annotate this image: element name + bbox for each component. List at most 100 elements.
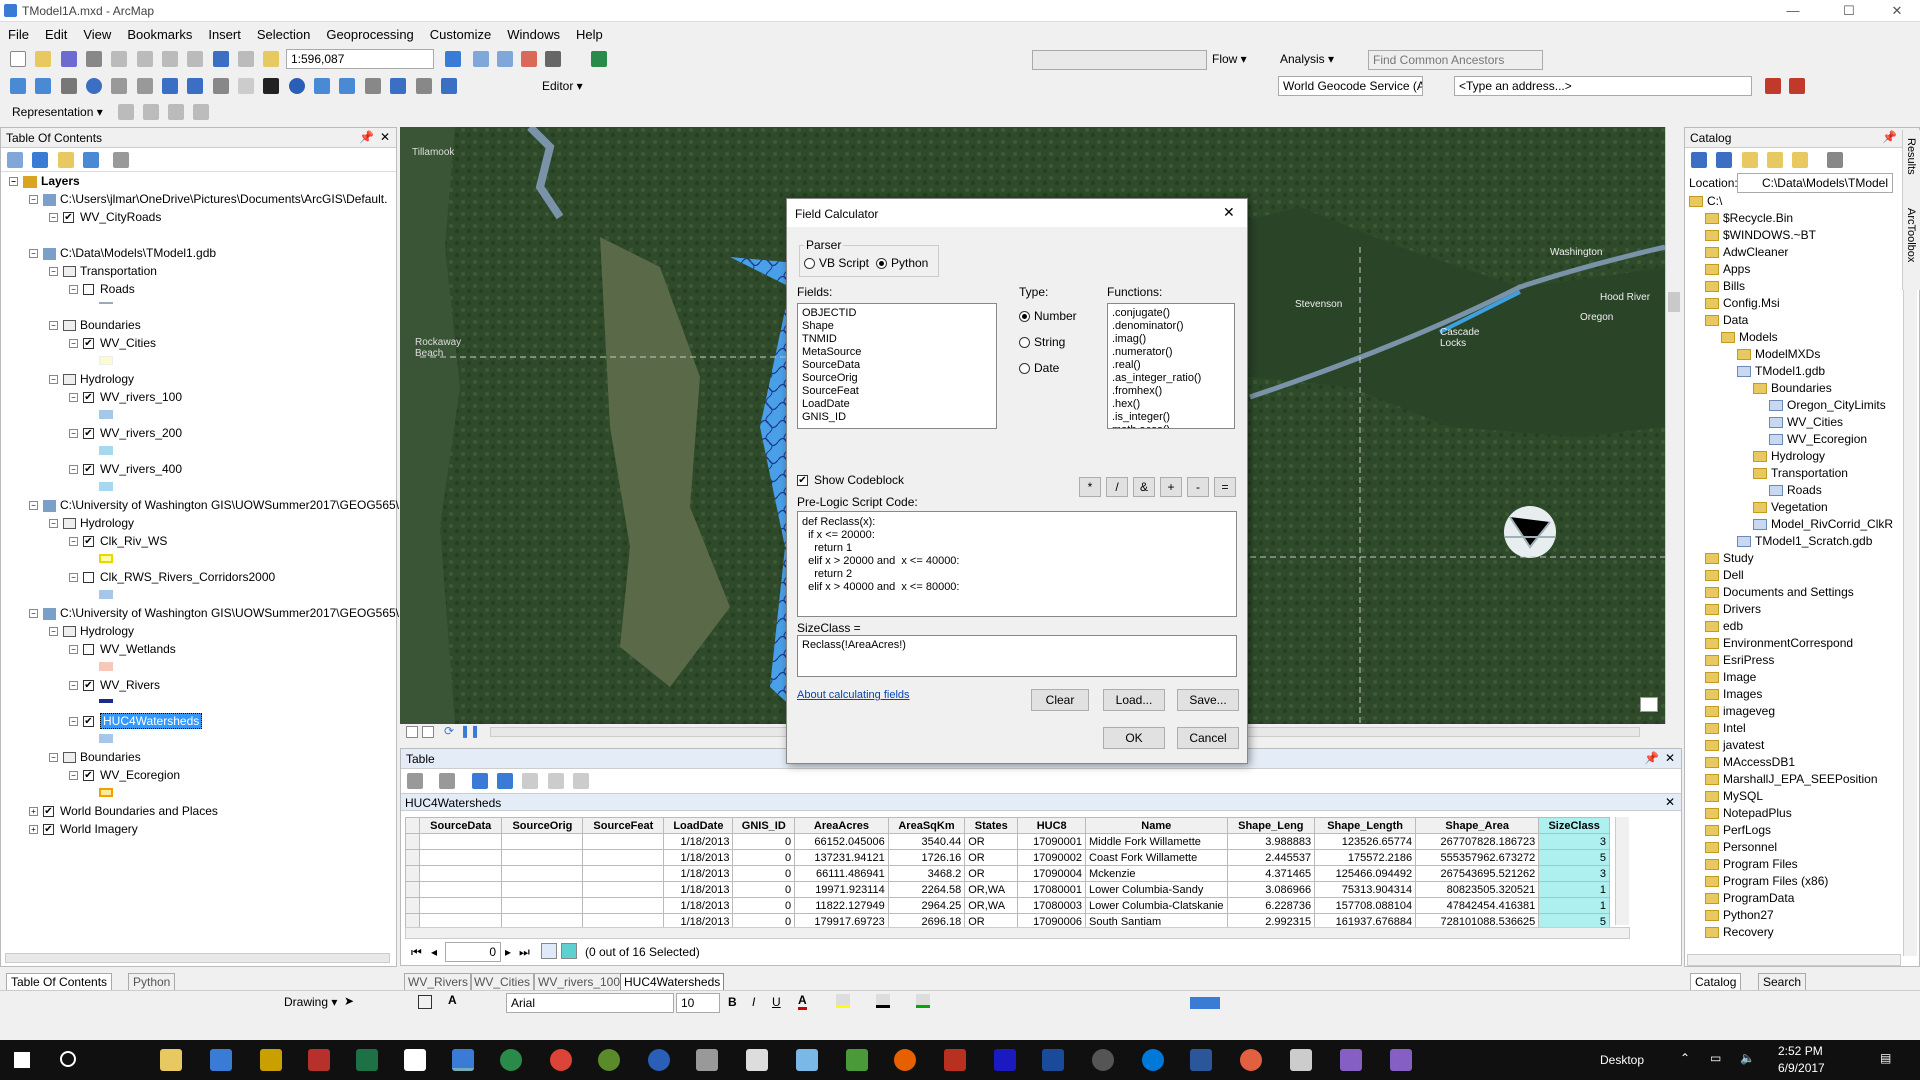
toc-layer-wv-rivers[interactable]: − ✔ WV_Rivers	[69, 678, 160, 696]
toc-layer-wv-rivers-400[interactable]: − ✔ WV_rivers_400	[69, 462, 182, 480]
firefox-icon[interactable]	[894, 1049, 916, 1071]
catalog-item[interactable]: Intel	[1705, 721, 1746, 738]
field-item[interactable]: SourceFeat	[798, 385, 996, 398]
clock-time[interactable]: 2:52 PM	[1778, 1044, 1823, 1058]
toc-group-tmodel1[interactable]: − C:\Data\Models\TModel1.gdb	[29, 246, 216, 264]
clear-selection-icon[interactable]	[238, 78, 255, 94]
toc-group-hydrology-2[interactable]: − Hydrology	[49, 516, 134, 534]
function-item[interactable]: .as_integer_ratio()	[1108, 372, 1234, 385]
map-tips-icon[interactable]	[1640, 697, 1658, 712]
table-cell[interactable]	[582, 865, 665, 882]
undo-icon[interactable]	[212, 51, 229, 67]
print-icon[interactable]	[86, 51, 103, 67]
toc-layer-wv-cityroads[interactable]: − ✔ WV_CityRoads	[49, 210, 161, 228]
catalog-home-icon[interactable]	[1767, 152, 1784, 168]
table-cell[interactable]: Lower Columbia-Clatskanie	[1085, 897, 1228, 914]
table-cell[interactable]	[582, 897, 665, 914]
catalog-vertical-scrollbar[interactable]	[1903, 196, 1917, 956]
arcglobe-icon[interactable]	[500, 1049, 522, 1071]
visio-icon[interactable]	[1042, 1049, 1064, 1071]
table-cell[interactable]: 75313.904314	[1314, 881, 1417, 898]
save-icon[interactable]	[60, 51, 77, 67]
switch-selection-icon[interactable]	[497, 773, 514, 789]
table-cell[interactable]: 11822.127949	[794, 897, 889, 914]
flow-menu[interactable]: Flow ▾	[1212, 52, 1247, 66]
taskbar-app-icon[interactable]	[796, 1049, 818, 1071]
map-scale-combo[interactable]: 1:596,087	[286, 49, 434, 69]
operator-button[interactable]: +	[1160, 477, 1182, 497]
map-vertical-scrollbar[interactable]	[1665, 127, 1682, 724]
next-record-icon[interactable]: ▸	[505, 945, 511, 959]
analysis-menu[interactable]: Analysis ▾	[1280, 52, 1334, 66]
taskbar-app-icon[interactable]	[1092, 1049, 1114, 1071]
table-cell[interactable]: 123526.65774	[1314, 833, 1417, 850]
italic-button[interactable]: I	[752, 995, 755, 1009]
python-window-icon[interactable]	[545, 51, 561, 67]
table-cell[interactable]: 1/18/2013	[663, 833, 734, 850]
table-cell[interactable]	[418, 833, 503, 850]
toc-horizontal-scrollbar[interactable]	[5, 953, 390, 963]
field-item[interactable]: OBJECTID	[798, 307, 996, 320]
table-cell[interactable]: 1/18/2013	[663, 865, 734, 882]
last-record-icon[interactable]: ⏭	[519, 945, 530, 960]
table-cell[interactable]: 267707828.186723	[1415, 833, 1540, 850]
font-size-combo[interactable]: 10	[676, 993, 720, 1013]
fixed-zoom-in-icon[interactable]	[111, 78, 128, 94]
row-selector-header[interactable]	[405, 817, 420, 834]
catalog-item[interactable]: Recovery	[1705, 925, 1774, 942]
list-by-visibility-icon[interactable]	[57, 152, 74, 168]
table-row[interactable]: 1/18/2013 0 66111.486941 3468.2 OR 17090004 Mc…	[405, 865, 1610, 882]
ok-button[interactable]: OK	[1103, 727, 1165, 749]
geocode-options-icon[interactable]	[1789, 78, 1805, 94]
column-header[interactable]: Shape_Length	[1314, 817, 1417, 834]
catalog-item[interactable]: Images	[1705, 687, 1762, 704]
catalog-item[interactable]: MySQL	[1705, 789, 1763, 806]
catalog-horizontal-scrollbar[interactable]	[1687, 954, 1901, 966]
time-slider-icon[interactable]	[440, 78, 457, 94]
fixed-zoom-out-icon[interactable]	[136, 78, 153, 94]
copy-icon[interactable]	[136, 51, 153, 67]
catalog-item[interactable]: Boundaries	[1753, 381, 1832, 398]
taskbar-app-icon[interactable]	[944, 1049, 966, 1071]
taskbar-app-icon[interactable]	[1240, 1049, 1262, 1071]
catalog-item[interactable]: Dell	[1705, 568, 1744, 585]
table-cell[interactable]: 2.445537	[1226, 849, 1316, 866]
toc-layers-root[interactable]: − Layers	[9, 174, 80, 192]
first-record-icon[interactable]: ⏮	[411, 945, 422, 960]
select-elements-tool-icon[interactable]: ➤	[344, 994, 354, 1008]
show-all-records-icon[interactable]	[541, 943, 557, 959]
table-cell[interactable]: 6.228736	[1226, 897, 1316, 914]
catalog-item[interactable]: Config.Msi	[1705, 296, 1780, 313]
function-item[interactable]: .real()	[1108, 359, 1234, 372]
table-cell[interactable]: Coast Fork Willamette	[1085, 849, 1228, 866]
font-color-icon[interactable]: A	[798, 993, 807, 1010]
operator-button[interactable]: /	[1106, 477, 1128, 497]
table-cell[interactable]: Mckenzie	[1085, 865, 1228, 882]
rep-direct-select-icon[interactable]	[143, 104, 159, 120]
table-options-icon[interactable]	[407, 773, 423, 789]
chrome-icon[interactable]	[550, 1049, 572, 1071]
arcmap-taskbar-icon[interactable]	[452, 1049, 474, 1071]
network-combo[interactable]	[1032, 50, 1207, 70]
catalog-item[interactable]: imageveg	[1705, 704, 1775, 721]
underline-button[interactable]: U	[772, 995, 781, 1009]
table-cell[interactable]: OR,WA	[964, 897, 1019, 914]
text-tool-icon[interactable]: A	[448, 993, 457, 1007]
fields-list[interactable]: OBJECTID Shape TNMID MetaSource SourceData So…	[797, 303, 997, 429]
open-icon[interactable]	[35, 51, 52, 67]
zoom-in-icon[interactable]	[10, 78, 26, 94]
row-selector[interactable]	[405, 865, 420, 882]
catalog-item[interactable]: Hydrology	[1753, 449, 1825, 466]
row-selector[interactable]	[405, 881, 420, 898]
catalog-up-icon[interactable]	[1741, 152, 1758, 168]
cut-icon[interactable]	[111, 51, 128, 67]
table-cell[interactable]: 80823505.320521	[1415, 881, 1540, 898]
save-button[interactable]: Save...	[1177, 689, 1239, 711]
table-cell[interactable]: 17090002	[1017, 849, 1087, 866]
catalog-item[interactable]: MAccessDB1	[1705, 755, 1795, 772]
marker-color-icon[interactable]	[916, 994, 930, 1008]
full-extent-icon[interactable]	[86, 78, 103, 94]
delete-selected-icon[interactable]	[573, 773, 590, 789]
catalog-item[interactable]: WV_Ecoregion	[1769, 432, 1867, 449]
layer-visibility-checkbox[interactable]: ✔	[83, 716, 94, 728]
